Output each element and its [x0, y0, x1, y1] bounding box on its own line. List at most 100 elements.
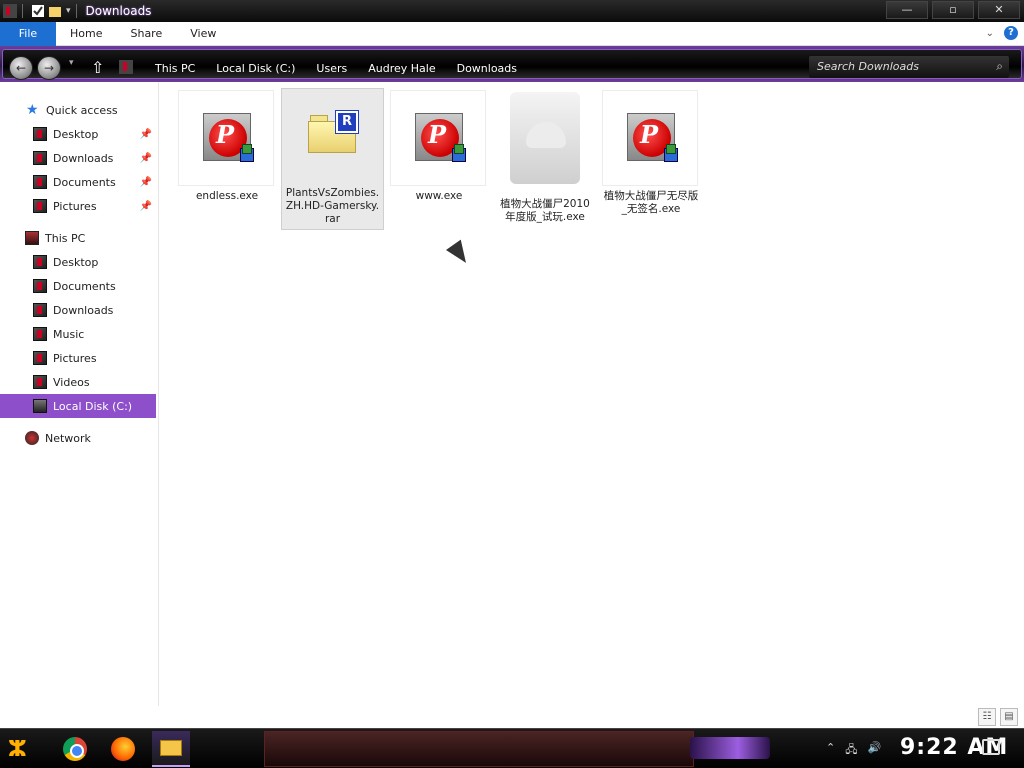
crumb-downloads[interactable]: Downloads [457, 62, 517, 75]
firefox-icon [111, 737, 135, 761]
nav-pc-music[interactable]: Music [0, 322, 156, 346]
rar-badge-icon: R [335, 110, 359, 134]
desktop-folder-icon [33, 127, 47, 141]
maximize-button[interactable]: ▫ [932, 1, 974, 19]
volume-icon[interactable]: 🔊 [867, 741, 881, 760]
file-item[interactable]: P endless.exe [178, 90, 276, 203]
nav-label: Local Disk (C:) [53, 399, 133, 413]
desktop-folder-icon [33, 255, 47, 269]
file-name: PlantsVsZombies.ZH.HD-Gamersky.rar [285, 187, 380, 225]
file-item[interactable]: 植物大战僵尸2010年度版_试玩.exe [496, 90, 594, 224]
forward-button[interactable]: → [37, 56, 61, 80]
nav-qa-pictures[interactable]: Pictures 📌 [0, 194, 156, 218]
taskbar-file-explorer[interactable] [152, 731, 190, 767]
nav-label: Network [45, 431, 91, 445]
file-name: www.exe [415, 190, 463, 202]
taskbar: ⵣ ⌃ 🖧 🔊 9:22 AM [0, 728, 1024, 768]
start-button-icon[interactable]: ⵣ [8, 737, 40, 763]
nav-label: Desktop [53, 127, 99, 141]
nav-pc-documents[interactable]: Documents [0, 274, 156, 298]
nav-qa-downloads[interactable]: Downloads 📌 [0, 146, 156, 170]
qat-dropdown-icon[interactable]: ▾ [66, 6, 71, 16]
window-title: Downloads [85, 4, 152, 18]
nav-label: Videos [53, 375, 90, 389]
nav-pc-local-disk[interactable]: Local Disk (C:) [0, 394, 156, 418]
large-icons-view-icon[interactable]: ▤ [1000, 708, 1018, 726]
expand-ribbon-icon[interactable]: ⌄ [986, 28, 994, 39]
file-name: 植物大战僵尸无尽版_无签名.exe [603, 190, 699, 215]
pictures-folder-icon [33, 351, 47, 365]
nav-qa-desktop[interactable]: Desktop 📌 [0, 122, 156, 146]
ribbon-right: ⌄ ? [986, 26, 1018, 40]
pin-icon[interactable]: 📌 [140, 201, 152, 212]
back-button[interactable]: ← [9, 56, 33, 80]
nav-label: Documents [53, 279, 116, 293]
close-button[interactable]: ✕ [978, 1, 1020, 19]
nav-label: Downloads [53, 151, 114, 165]
nav-pc-desktop[interactable]: Desktop [0, 250, 156, 274]
file-item[interactable]: P 植物大战僵尸无尽版_无签名.exe [602, 90, 700, 216]
details-view-icon[interactable]: ☷ [978, 708, 996, 726]
search-icon[interactable]: ⌕ [996, 59, 1003, 74]
tab-view[interactable]: View [176, 22, 230, 46]
nav-network[interactable]: Network [0, 426, 156, 450]
system-tray: ⌃ 🖧 🔊 [826, 741, 881, 760]
file-name: 植物大战僵尸2010年度版_试玩.exe [500, 198, 590, 223]
new-folder-icon[interactable] [48, 4, 62, 18]
pin-icon[interactable]: 📌 [140, 129, 152, 140]
address-bar: ← → ▾ ⇧ This PC Local Disk (C:) Users Au… [2, 49, 1022, 80]
up-arrow-icon[interactable]: ⇧ [91, 58, 104, 77]
exe-app-icon: P [627, 113, 678, 162]
taskbar-firefox[interactable] [104, 731, 142, 767]
file-item-selected[interactable]: R PlantsVsZombies.ZH.HD-Gamersky.rar [281, 88, 384, 230]
nav-quick-access[interactable]: ★ Quick access [0, 98, 156, 122]
tab-share[interactable]: Share [116, 22, 176, 46]
documents-folder-icon [33, 175, 47, 189]
nav-qa-documents[interactable]: Documents 📌 [0, 170, 156, 194]
crumb-local-disk[interactable]: Local Disk (C:) [216, 62, 295, 75]
downloads-folder-icon [33, 151, 47, 165]
action-center-icon[interactable] [982, 739, 1000, 755]
tab-file[interactable]: File [0, 21, 56, 46]
nav-this-pc[interactable]: This PC [0, 226, 156, 250]
generic-file-icon [510, 92, 580, 184]
recent-locations-icon[interactable]: ▾ [69, 58, 74, 68]
title-separator [75, 4, 77, 18]
file-name: endless.exe [195, 190, 259, 202]
search-box[interactable]: Search Downloads ⌕ [809, 56, 1009, 78]
properties-icon[interactable] [31, 4, 45, 18]
title-separator [22, 4, 23, 18]
exe-app-icon: P [415, 113, 466, 162]
crumb-users[interactable]: Users [316, 62, 347, 75]
nav-pc-pictures[interactable]: Pictures [0, 346, 156, 370]
address-toolbar: ← → ▾ ⇧ This PC Local Disk (C:) Users Au… [0, 46, 1024, 82]
music-folder-icon [33, 327, 47, 341]
window-controls: — ▫ ✕ [886, 0, 1024, 20]
nav-pc-downloads[interactable]: Downloads [0, 298, 156, 322]
taskbar-chrome[interactable] [56, 731, 94, 767]
minimize-button[interactable]: — [886, 1, 928, 19]
taskbar-wallpaper-strip [264, 731, 694, 767]
chevron-up-icon[interactable]: ⌃ [826, 741, 835, 760]
file-thumbnail [496, 90, 592, 186]
exe-app-icon: P [203, 113, 254, 162]
documents-folder-icon [33, 279, 47, 293]
crumb-this-pc[interactable]: This PC [155, 62, 195, 75]
network-icon[interactable]: 🖧 [845, 741, 857, 760]
crumb-user[interactable]: Audrey Hale [368, 62, 435, 75]
taskbar-accent [690, 737, 770, 759]
tab-home[interactable]: Home [56, 22, 116, 46]
search-input[interactable]: Search Downloads [817, 60, 919, 73]
nav-label: Pictures [53, 199, 97, 213]
nav-label: Quick access [46, 103, 118, 117]
pin-icon[interactable]: 📌 [140, 153, 152, 164]
app-icon [3, 4, 17, 18]
file-thumbnail: P [602, 90, 698, 186]
network-icon [25, 431, 39, 445]
drive-icon [33, 399, 47, 413]
nav-pc-videos[interactable]: Videos [0, 370, 156, 394]
nav-label: Music [53, 327, 85, 341]
file-item[interactable]: P www.exe [390, 90, 488, 203]
help-icon[interactable]: ? [1004, 26, 1018, 40]
pin-icon[interactable]: 📌 [140, 177, 152, 188]
